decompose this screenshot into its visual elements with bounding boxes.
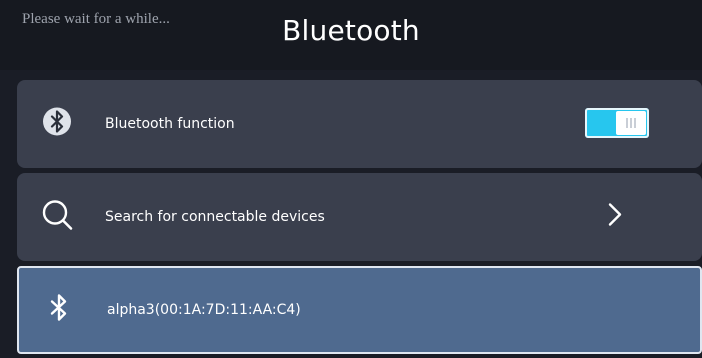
paired-device-label: alpha3(00:1A:7D:11:AA:C4)	[107, 302, 301, 318]
bluetooth-toggle[interactable]	[585, 108, 649, 138]
search-icon	[40, 198, 74, 237]
bluetooth-settings-screen: Please wait for a while... Bluetooth Blu…	[0, 0, 702, 358]
bluetooth-function-row[interactable]: Bluetooth function	[17, 80, 702, 168]
chevron-right-icon	[607, 202, 623, 233]
header-bar: Please wait for a while... Bluetooth	[0, 0, 702, 70]
bluetooth-icon	[46, 292, 72, 329]
page-title: Bluetooth	[282, 14, 420, 47]
bluetooth-circle-icon	[42, 107, 72, 142]
search-devices-label: Search for connectable devices	[105, 209, 325, 225]
toggle-knob	[616, 111, 646, 135]
paired-device-row[interactable]: alpha3(00:1A:7D:11:AA:C4)	[17, 266, 702, 354]
bluetooth-function-label: Bluetooth function	[105, 116, 235, 132]
search-devices-row[interactable]: Search for connectable devices	[17, 173, 702, 261]
